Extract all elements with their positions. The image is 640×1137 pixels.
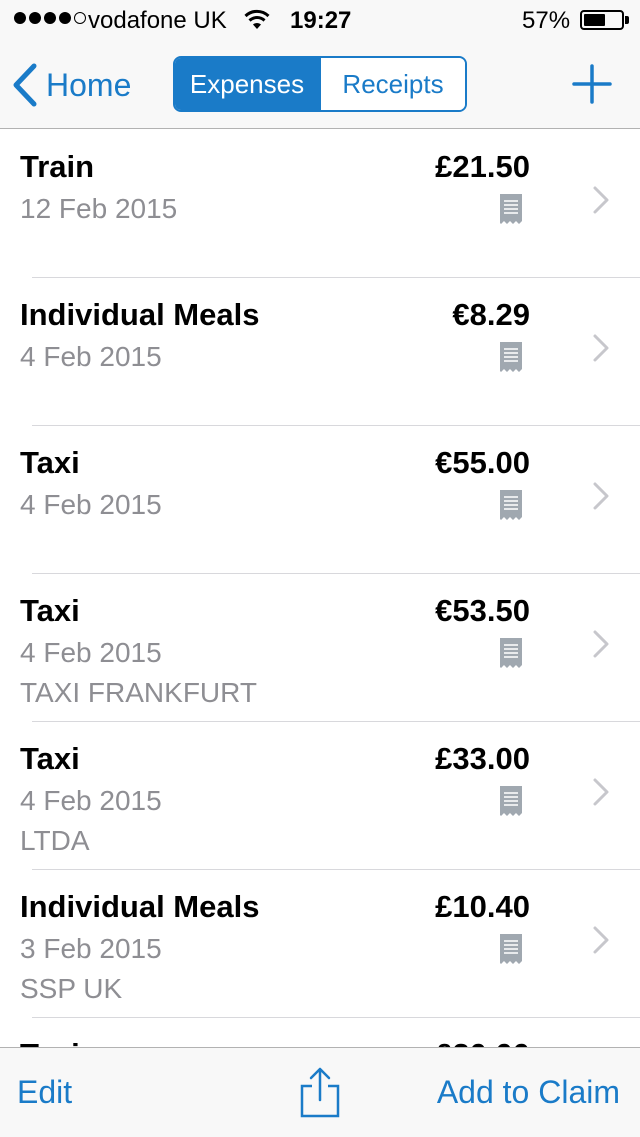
expense-date: 3 Feb 2015 (20, 933, 162, 964)
expense-date: 12 Feb 2015 (20, 193, 178, 224)
signal-dot (44, 12, 56, 24)
expense-date: 4 Feb 2015 (20, 785, 162, 816)
expense-date: 4 Feb 2015 (20, 637, 162, 668)
share-icon[interactable] (298, 1066, 342, 1120)
receipt-icon (500, 194, 522, 224)
battery-percent: 57% (522, 7, 571, 34)
expense-amount: €55.00 (435, 445, 530, 480)
segmented-control: Expenses Receipts (173, 56, 467, 112)
chevron-right-icon (593, 778, 609, 806)
expense-amount: £10.40 (435, 889, 530, 924)
expense-amount: £20.00 (435, 1037, 530, 1047)
chevron-right-icon (593, 482, 609, 510)
signal-strength-icon (14, 12, 86, 24)
battery-level-fill (584, 14, 605, 26)
expense-amount: £33.00 (435, 741, 530, 776)
expense-title: Taxi (20, 741, 80, 776)
chevron-right-icon (593, 630, 609, 658)
expense-vendor: LTDA (20, 825, 90, 856)
expense-amount: €53.50 (435, 593, 530, 628)
expense-row[interactable]: Train 12 Feb 2015 £21.50 (0, 129, 640, 278)
add-to-claim-button[interactable]: Add to Claim (437, 1074, 620, 1111)
segment-receipts[interactable]: Receipts (319, 58, 465, 110)
receipt-icon (500, 490, 522, 520)
chevron-right-icon (593, 926, 609, 954)
battery-icon (580, 10, 624, 30)
expense-vendor: TAXI FRANKFURT (20, 677, 257, 708)
expense-row[interactable]: Individual Meals 3 Feb 2015 SSP UK £10.40 (0, 869, 640, 1018)
wifi-icon (244, 9, 270, 29)
expense-vendor: SSP UK (20, 973, 123, 1004)
expense-row[interactable]: Taxi £20.00 (0, 1017, 640, 1047)
receipt-icon (500, 342, 522, 372)
expense-amount: £21.50 (435, 149, 530, 184)
expense-title: Individual Meals (20, 297, 260, 332)
bottom-toolbar: Edit Add to Claim (0, 1047, 640, 1137)
status-time: 19:27 (290, 7, 352, 34)
expense-row[interactable]: Taxi 4 Feb 2015 TAXI FRANKFURT €53.50 (0, 573, 640, 722)
expense-row[interactable]: Individual Meals 4 Feb 2015 €8.29 (0, 277, 640, 426)
expense-title: Taxi (20, 445, 80, 480)
battery-tip (625, 16, 629, 24)
expense-title: Taxi (20, 1037, 80, 1047)
receipt-icon (500, 934, 522, 964)
expense-amount: €8.29 (452, 297, 530, 332)
edit-button[interactable]: Edit (17, 1074, 72, 1111)
signal-dot (29, 12, 41, 24)
receipt-icon (500, 786, 522, 816)
receipt-icon (500, 638, 522, 668)
carrier-name: vodafone UK (88, 7, 227, 34)
expense-title: Taxi (20, 593, 80, 628)
back-button[interactable]: Home (12, 60, 131, 110)
expense-list: Train 12 Feb 2015 £21.50 Individual Meals 4 … (0, 129, 640, 1047)
expense-row[interactable]: Taxi 4 Feb 2015 €55.00 (0, 425, 640, 574)
expense-date: 4 Feb 2015 (20, 489, 162, 520)
chevron-right-icon (593, 186, 609, 214)
expense-date: 4 Feb 2015 (20, 341, 162, 372)
expense-row[interactable]: Taxi 4 Feb 2015 LTDA £33.00 (0, 721, 640, 870)
expense-title: Individual Meals (20, 889, 260, 924)
chevron-left-icon (13, 63, 37, 107)
navigation-bar: Home Expenses Receipts (0, 40, 640, 129)
signal-dot (74, 12, 86, 24)
status-bar: vodafone UK 19:27 57% (0, 0, 640, 40)
signal-dot (59, 12, 71, 24)
signal-dot (14, 12, 26, 24)
expense-title: Train (20, 149, 95, 184)
chevron-right-icon (593, 334, 609, 362)
back-label: Home (46, 66, 132, 103)
plus-icon[interactable] (568, 60, 616, 108)
segment-expenses[interactable]: Expenses (175, 58, 319, 110)
